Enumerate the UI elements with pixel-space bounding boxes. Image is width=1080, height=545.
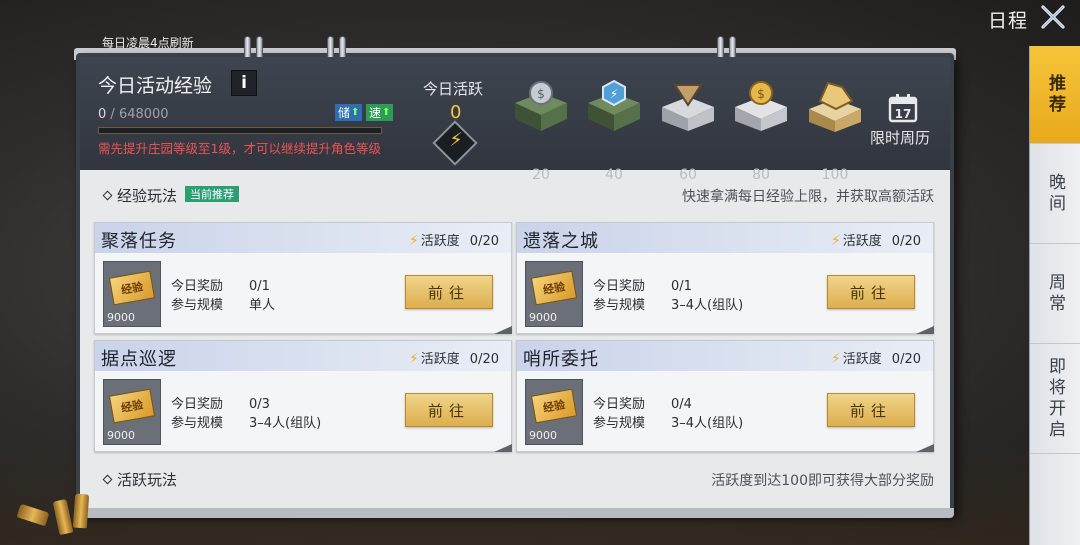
chest-icon <box>809 81 861 132</box>
calendar-label[interactable]: 限时周历 <box>870 127 930 148</box>
notebook-foot <box>76 508 954 518</box>
bullet-decoration <box>72 493 90 529</box>
card-title: 据点巡逻 <box>101 349 177 370</box>
card-title: 聚落任务 <box>101 231 177 252</box>
tab-recommend[interactable]: 推荐 <box>1030 46 1080 144</box>
activity-card: 遗落之城 ⚡ 活跃度 0/20 经验 9000 今日奖励 0/1 参与规模 3–4人(组… <box>516 222 934 334</box>
go-button[interactable]: 前往 <box>827 275 915 309</box>
go-button[interactable]: 前往 <box>405 393 493 427</box>
chest-icon: $ <box>515 81 567 131</box>
activity-label: 今日活跃 <box>423 80 484 98</box>
card-activity: ⚡ 活跃度 0/20 <box>830 233 921 249</box>
ticket-icon: 经验 <box>530 270 578 306</box>
chest-reward-60[interactable]: 60 <box>657 79 719 183</box>
activity-card: 哨所委托 ⚡ 活跃度 0/20 经验 9000 今日奖励 0/4 参与规模 3–4人(组… <box>516 340 934 452</box>
section-note-active: 活跃度到达100即可获得大部分奖励 <box>711 473 934 489</box>
exp-progress-text: 0 / 648000 <box>98 107 169 122</box>
card-header: 遗落之城 ⚡ 活跃度 0/20 <box>517 223 933 253</box>
reward-row: 今日奖励 0/1 <box>171 279 270 294</box>
activity-value: 0 <box>450 102 462 123</box>
tab-upcoming[interactable]: 即将开启 <box>1030 344 1080 454</box>
section-title-active: 活跃玩法 <box>102 469 177 490</box>
reward-row: 今日奖励 0/4 <box>593 397 692 412</box>
card-header: 据点巡逻 ⚡ 活跃度 0/20 <box>95 341 511 371</box>
boost-badge-store: 储 ⬆ <box>335 104 363 121</box>
chest-reward-80[interactable]: $ 80 <box>730 79 792 183</box>
svg-text:⚡: ⚡ <box>610 87 618 101</box>
exp-max: 648000 <box>118 107 169 122</box>
scale-row: 参与规模 3–4人(组队) <box>593 298 744 313</box>
bolt-icon: ⚡ <box>449 129 463 151</box>
reward-thumbnail: 经验 9000 <box>103 261 161 327</box>
reward-thumbnail: 经验 9000 <box>525 261 583 327</box>
info-button[interactable]: i <box>231 70 257 96</box>
exp-header-panel: 今日活动经验 i 0 / 648000 储 ⬆ 速 ⬆ 需先提升庄园等级至1级，才可… <box>80 57 950 183</box>
level-warning: 需先提升庄园等级至1级，才可以继续提升角色等级 <box>98 141 381 156</box>
refresh-note: 每日凌晨4点刷新 <box>102 36 194 50</box>
close-button[interactable] <box>1036 2 1070 32</box>
svg-text:$: $ <box>757 87 765 101</box>
chest-reward-20[interactable]: $ 20 <box>510 79 572 183</box>
go-button[interactable]: 前往 <box>827 393 915 427</box>
category-tabs: 推荐 晚间 周常 即将开启 <box>1029 46 1080 545</box>
tab-weekly[interactable]: 周常 <box>1030 244 1080 344</box>
chest-reward-100[interactable]: 100 <box>804 79 866 183</box>
boost-badge-speed: 速 ⬆ <box>366 104 394 121</box>
scale-row: 参与规模 单人 <box>171 298 276 313</box>
tab-evening[interactable]: 晚间 <box>1030 144 1080 244</box>
scale-row: 参与规模 3–4人(组队) <box>171 416 322 431</box>
go-button[interactable]: 前往 <box>405 275 493 309</box>
card-activity: ⚡ 活跃度 0/20 <box>830 351 921 367</box>
card-title: 哨所委托 <box>523 349 599 370</box>
chest-reward-40[interactable]: ⚡ 40 <box>583 79 645 183</box>
card-activity: ⚡ 活跃度 0/20 <box>408 351 499 367</box>
reward-thumbnail: 经验 9000 <box>525 379 583 445</box>
chest-icon: ⚡ <box>588 79 640 131</box>
bolt-icon: ⚡ <box>408 233 419 249</box>
activity-card: 据点巡逻 ⚡ 活跃度 0/20 经验 9000 今日奖励 0/3 参与规模 3–4人(组… <box>94 340 512 452</box>
bolt-icon: ⚡ <box>830 233 841 249</box>
exp-progress-bar <box>98 127 382 134</box>
section-note-exp: 快速拿满每日经验上限，并获取高额活跃 <box>682 189 934 205</box>
card-header: 聚落任务 ⚡ 活跃度 0/20 <box>95 223 511 253</box>
svg-text:17: 17 <box>895 107 912 121</box>
exp-title: 今日活动经验 <box>98 75 213 97</box>
card-title: 遗落之城 <box>523 231 599 252</box>
activity-card: 聚落任务 ⚡ 活跃度 0/20 经验 9000 今日奖励 0/1 参与规模 单人 前往 <box>94 222 512 334</box>
recommend-badge: 当前推荐 <box>185 186 239 202</box>
bolt-icon: ⚡ <box>408 351 419 367</box>
calendar-icon[interactable]: 17 <box>888 93 918 123</box>
close-icon <box>1041 5 1065 29</box>
ticket-icon: 经验 <box>108 388 156 424</box>
card-activity: ⚡ 活跃度 0/20 <box>408 233 499 249</box>
ticket-icon: 经验 <box>108 270 156 306</box>
scale-row: 参与规模 3–4人(组队) <box>593 416 744 431</box>
section-title-exp: 经验玩法 <box>102 185 177 206</box>
chest-icon: $ <box>735 81 787 131</box>
reward-row: 今日奖励 0/3 <box>171 397 270 412</box>
svg-text:$: $ <box>537 87 545 101</box>
reward-row: 今日奖励 0/1 <box>593 279 692 294</box>
ticket-icon: 经验 <box>530 388 578 424</box>
reward-thumbnail: 经验 9000 <box>103 379 161 445</box>
page-title: 日程 <box>987 10 1028 32</box>
chest-icon <box>662 84 714 131</box>
card-header: 哨所委托 ⚡ 活跃度 0/20 <box>517 341 933 371</box>
bolt-icon: ⚡ <box>830 351 841 367</box>
